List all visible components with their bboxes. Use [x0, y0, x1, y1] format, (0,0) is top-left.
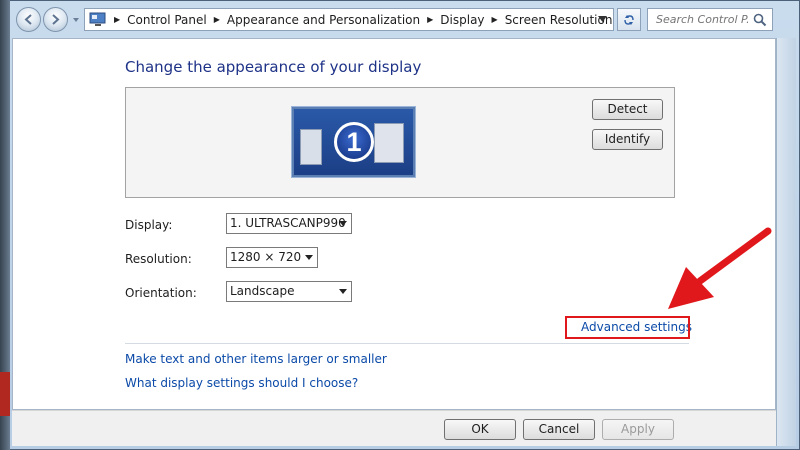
- monitor-1-preview[interactable]: 1: [291, 106, 416, 178]
- back-button[interactable]: [16, 7, 41, 32]
- display-select[interactable]: 1. ULTRASCANP990: [226, 213, 352, 234]
- arrow-left-icon: [24, 14, 32, 25]
- window-right-border: [776, 38, 796, 446]
- desktop-edge: [0, 0, 10, 450]
- ok-button[interactable]: OK: [444, 419, 516, 440]
- annotation-arrow-icon: [668, 227, 772, 309]
- preview-window-left: [300, 129, 322, 165]
- preview-window-right: [374, 123, 404, 163]
- apply-button: Apply: [602, 419, 674, 440]
- advanced-settings-highlight: [565, 316, 690, 339]
- address-dropdown-icon[interactable]: [598, 16, 607, 23]
- breadcrumb-screen-resolution[interactable]: Screen Resolution: [505, 13, 613, 27]
- breadcrumb-separator: ▶: [213, 15, 220, 24]
- orientation-label: Orientation:: [125, 286, 197, 300]
- breadcrumb-control-panel[interactable]: Control Panel: [127, 13, 207, 27]
- chevron-down-icon: [305, 255, 313, 260]
- chevron-down-icon: [339, 221, 347, 226]
- identify-button[interactable]: Identify: [592, 129, 663, 150]
- refresh-button[interactable]: [617, 8, 641, 31]
- display-settings-help-link[interactable]: What display settings should I choose?: [125, 376, 358, 390]
- breadcrumb-display[interactable]: Display: [440, 13, 484, 27]
- display-select-value: 1. ULTRASCANP990: [230, 216, 346, 230]
- forward-button[interactable]: [43, 7, 68, 32]
- refresh-icon: [624, 14, 634, 25]
- control-panel-icon: [89, 12, 106, 26]
- desktop-edge-accent: [0, 372, 10, 416]
- section-divider: [125, 343, 689, 344]
- resolution-select[interactable]: 1280 × 720: [226, 247, 318, 268]
- breadcrumb-separator: ▶: [427, 15, 434, 24]
- monitor-number-badge: 1: [334, 122, 374, 162]
- orientation-select[interactable]: Landscape: [226, 281, 352, 302]
- resolution-select-value: 1280 × 720: [230, 250, 302, 264]
- breadcrumb-appearance[interactable]: Appearance and Personalization: [227, 13, 420, 27]
- page-title: Change the appearance of your display: [125, 58, 422, 76]
- breadcrumb-separator: ▶: [491, 15, 498, 24]
- display-label: Display:: [125, 218, 173, 232]
- address-bar[interactable]: ▶ Control Panel ▶ Appearance and Persona…: [84, 8, 614, 31]
- recent-pages-dropdown-icon[interactable]: [72, 16, 80, 24]
- cancel-button[interactable]: Cancel: [523, 419, 595, 440]
- resolution-label: Resolution:: [125, 252, 192, 266]
- make-text-larger-link[interactable]: Make text and other items larger or smal…: [125, 352, 387, 366]
- chevron-down-icon: [339, 289, 347, 294]
- search-input[interactable]: [654, 12, 750, 27]
- search-box[interactable]: [647, 8, 773, 31]
- orientation-select-value: Landscape: [230, 284, 295, 298]
- breadcrumb-separator: ▶: [114, 15, 121, 24]
- search-icon[interactable]: [753, 13, 767, 27]
- arrow-right-icon: [52, 14, 60, 25]
- detect-button[interactable]: Detect: [592, 99, 663, 120]
